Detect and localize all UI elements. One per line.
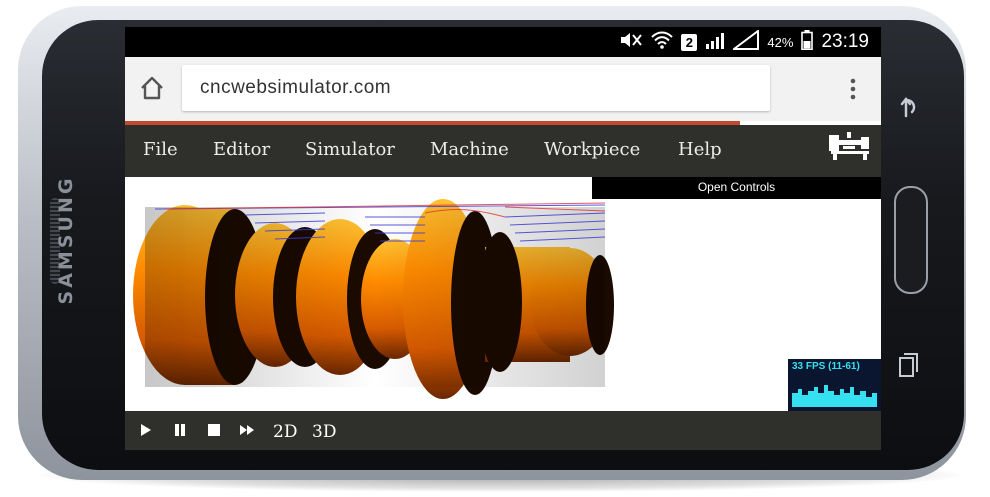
menu-help[interactable]: Help [678,125,722,175]
mute-icon [619,32,643,53]
view-3d-button[interactable]: 3D [312,411,336,450]
app-menu-bar: File Editor Simulator Machine Workpiece … [125,125,881,177]
address-bar[interactable]: cncwebsimulator.com [182,65,770,111]
menu-simulator[interactable]: Simulator [305,125,395,175]
fps-label: 33 FPS (11-61) [792,361,860,372]
lathe-machine-icon[interactable] [827,131,873,161]
simulation-viewport[interactable]: Open Controls 33 FPS (11-61) [125,177,881,411]
screen: 2 42% 23:19 cncwebsimulator.com File Edi… [125,27,881,450]
home-icon[interactable] [139,75,165,101]
url-text: cncwebsimulator.com [200,77,392,98]
view-2d-button[interactable]: 2D [273,411,297,450]
menu-editor[interactable]: Editor [213,125,270,175]
status-bar: 2 42% 23:19 [125,27,881,57]
recent-apps-icon[interactable] [898,352,920,380]
signal-icon [705,31,725,54]
fps-graph [792,385,877,407]
battery-icon [801,29,814,55]
menu-machine[interactable]: Machine [430,125,509,175]
workpiece-3d-model [133,199,614,399]
clock: 23:19 [821,31,869,52]
fast-forward-icon[interactable] [239,419,255,441]
signal-2-icon [731,28,760,55]
fps-meter: 33 FPS (11-61) [788,359,881,411]
pause-icon[interactable] [173,419,187,441]
battery-percent: 42% [767,34,794,50]
playback-toolbar: 2D 3D [125,411,881,450]
stop-icon[interactable] [207,419,221,441]
overflow-menu-icon[interactable] [843,77,863,101]
play-icon[interactable] [139,419,153,441]
sim-badge: 2 [681,33,698,51]
brand-label: SAMSUNG [55,175,77,305]
home-key[interactable] [894,186,928,294]
back-key-icon[interactable] [896,94,924,122]
wifi-icon [651,31,674,54]
open-controls-button[interactable]: Open Controls [592,177,881,199]
menu-file[interactable]: File [143,125,178,175]
menu-workpiece[interactable]: Workpiece [544,125,640,175]
